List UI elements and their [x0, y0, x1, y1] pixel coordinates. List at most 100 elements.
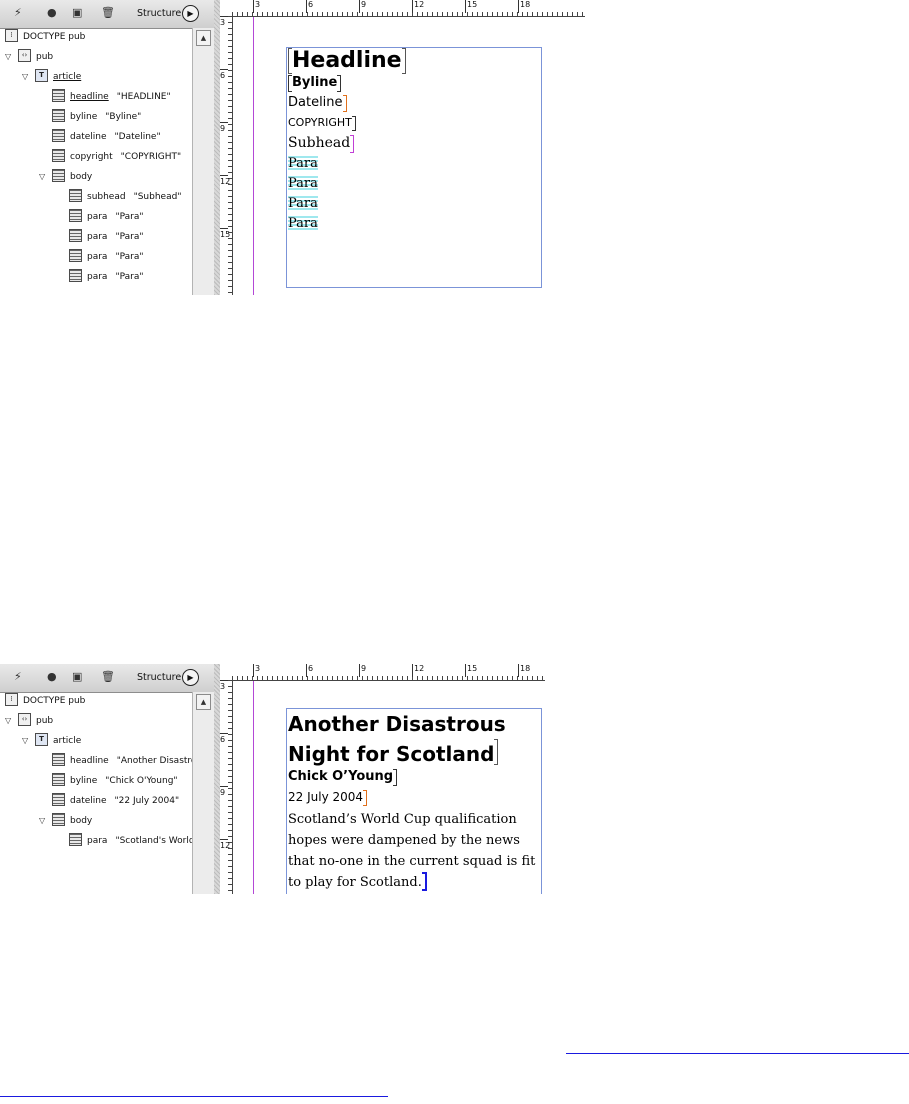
- tree-item-value: "HEADLINE": [116, 92, 171, 102]
- trash-icon[interactable]: 🗑: [101, 7, 115, 19]
- tree-item-headline[interactable]: headline "Another Disastrou: [39, 752, 202, 770]
- doctype-icon: ⁞: [5, 29, 18, 42]
- expand-triangle-icon[interactable]: ▽: [5, 48, 15, 66]
- headline-text: Headline: [288, 48, 406, 74]
- tree-item-para[interactable]: para "Para": [56, 228, 144, 246]
- headline-line-2-content: Night for Scotland: [288, 742, 495, 766]
- structure-tree: ⁞ DOCTYPE pub ▽ ‹› pub ▽ Tarticle headline "HEAD…: [0, 28, 192, 295]
- expand-triangle-icon[interactable]: ▽: [5, 712, 15, 730]
- dateline-text: Dateline: [288, 95, 347, 112]
- tree-item-para[interactable]: para "Para": [56, 268, 144, 286]
- tree-item-value: "COPYRIGHT": [120, 152, 182, 162]
- tree-item-dateline[interactable]: dateline "Dateline": [39, 128, 161, 146]
- element-icon: [52, 793, 65, 806]
- circle-icon[interactable]: ●: [47, 7, 57, 19]
- play-circle-icon[interactable]: ▶: [182, 5, 199, 22]
- tree-item-label: DOCTYPE pub: [23, 32, 86, 42]
- scrollbar[interactable]: ▲: [192, 692, 214, 894]
- byline-text: Chick O’Young: [288, 769, 398, 786]
- play-circle-icon[interactable]: ▶: [182, 669, 199, 686]
- ruler-tick-label: 15: [220, 228, 231, 239]
- element-icon: [69, 269, 82, 282]
- scroll-up-icon[interactable]: ▲: [196, 30, 211, 46]
- tree-item-body[interactable]: ▽ body: [39, 168, 92, 186]
- para-text: Scotland’s World Cup qualification hopes…: [288, 809, 542, 893]
- panel-title: Structure: [137, 672, 182, 683]
- text-frame[interactable]: Another Disastrous Night for Scotland Ch…: [286, 708, 542, 894]
- lightning-icon[interactable]: ⚡: [14, 7, 22, 19]
- tree-item-value: "Another Disastrou: [116, 756, 203, 766]
- tree-item-label: copyright: [70, 152, 113, 162]
- ruler-tick-label: 15: [465, 664, 477, 677]
- structure-toolbar: ⚡ ● ▣ 🗑 Structure ▶: [0, 664, 214, 693]
- ruler-tick-label: 3: [253, 664, 260, 677]
- para-content: Para: [288, 216, 318, 231]
- link-underline[interactable]: [566, 1053, 909, 1054]
- document-canvas: Another Disastrous Night for Scotland Ch…: [233, 681, 545, 894]
- tree-item-value: "Para": [115, 272, 144, 282]
- ruler-tick-label: 9: [220, 786, 228, 797]
- tree-item-doctype-pub[interactable]: ⁞ DOCTYPE pub: [5, 692, 85, 710]
- tree-item-para[interactable]: para "Para": [56, 208, 144, 226]
- tree-item-byline[interactable]: byline "Byline": [39, 108, 141, 126]
- tree-item-byline[interactable]: byline "Chick O'Young": [39, 772, 178, 790]
- tree-item-label: dateline: [70, 796, 107, 806]
- tree-item-copyright[interactable]: copyright "COPYRIGHT": [39, 148, 181, 166]
- document-canvas: Headline Byline Dateline COPYRIGHT Subhe…: [233, 17, 585, 295]
- tree-item-subhead[interactable]: subhead "Subhead": [56, 188, 181, 206]
- element-icon: [69, 209, 82, 222]
- para-text: Para: [288, 216, 318, 231]
- tree-item-doctype-pub[interactable]: ⁞ DOCTYPE pub: [5, 28, 85, 46]
- tree-item-label: DOCTYPE pub: [23, 696, 86, 706]
- tree-item-value: "Para": [115, 252, 144, 262]
- circle-icon[interactable]: ●: [47, 671, 57, 683]
- structure-view-screenshot-content: ⚡ ● ▣ 🗑 Structure ▶ ⁞ DOCTYPE pub ▽ ‹› pub ▽ T…: [0, 664, 545, 894]
- element-icon: [69, 189, 82, 202]
- expand-triangle-icon[interactable]: ▽: [22, 732, 32, 750]
- headline-line-2: Night for Scotland: [288, 739, 506, 769]
- lightning-icon[interactable]: ⚡: [14, 671, 22, 683]
- tree-item-label: para: [87, 212, 108, 222]
- stop-icon[interactable]: ▣: [72, 7, 82, 19]
- horizontal-ruler: 3 6 9 12 15 18: [232, 0, 585, 17]
- scrollbar[interactable]: ▲: [192, 28, 214, 295]
- tree-item-article[interactable]: ▽ Tarticle: [22, 68, 81, 86]
- subhead-text: Subhead: [288, 135, 355, 153]
- tree-item-body[interactable]: ▽ body: [39, 812, 92, 830]
- tree-item-headline[interactable]: headline "HEADLINE": [39, 88, 171, 106]
- trash-icon[interactable]: 🗑: [101, 671, 115, 683]
- tree-item-label: pub: [36, 716, 54, 726]
- tree-item-label: subhead: [87, 192, 126, 202]
- tree-item-pub[interactable]: ▽ ‹› pub: [5, 712, 53, 730]
- tree-item-label: para: [87, 252, 108, 262]
- ruler-tick-label: 12: [220, 175, 231, 186]
- root-element-icon: ‹›: [18, 49, 31, 62]
- expand-triangle-icon[interactable]: ▽: [22, 68, 32, 86]
- tree-item-dateline[interactable]: dateline "22 July 2004": [39, 792, 179, 810]
- element-icon: [52, 753, 65, 766]
- ruler-tick-label: 9: [359, 0, 366, 13]
- tree-item-pub[interactable]: ▽ ‹› pub: [5, 48, 53, 66]
- tree-item-value: "Byline": [105, 112, 142, 122]
- expand-triangle-icon[interactable]: ▽: [39, 168, 49, 186]
- para-content: Scotland’s World Cup qualification hopes…: [288, 812, 536, 890]
- expand-triangle-icon[interactable]: ▽: [39, 812, 49, 830]
- text-frame[interactable]: Headline Byline Dateline COPYRIGHT Subhe…: [286, 47, 542, 288]
- tree-item-value: "Para": [115, 212, 144, 222]
- stop-icon[interactable]: ▣: [72, 671, 82, 683]
- tree-item-label: byline: [70, 776, 98, 786]
- tree-item-label: body: [70, 172, 93, 182]
- tree-item-value: "22 July 2004": [114, 796, 180, 806]
- para-text: Para: [288, 176, 318, 191]
- structure-panel: ⚡ ● ▣ 🗑 Structure ▶ ⁞ DOCTYPE pub ▽ ‹› pub ▽ T…: [0, 664, 215, 894]
- element-icon: [52, 813, 65, 826]
- ruler-tick-label: 3: [253, 0, 260, 13]
- element-icon: [52, 129, 65, 142]
- tree-item-para[interactable]: para "Para": [56, 248, 144, 266]
- margin-guide: [253, 17, 254, 295]
- tree-item-para[interactable]: para "Scotland's World: [56, 832, 195, 850]
- scroll-up-icon[interactable]: ▲: [196, 694, 211, 710]
- tree-item-article[interactable]: ▽ Tarticle: [22, 732, 81, 750]
- headline-content: Headline: [292, 48, 402, 73]
- link-underline[interactable]: [0, 1096, 388, 1097]
